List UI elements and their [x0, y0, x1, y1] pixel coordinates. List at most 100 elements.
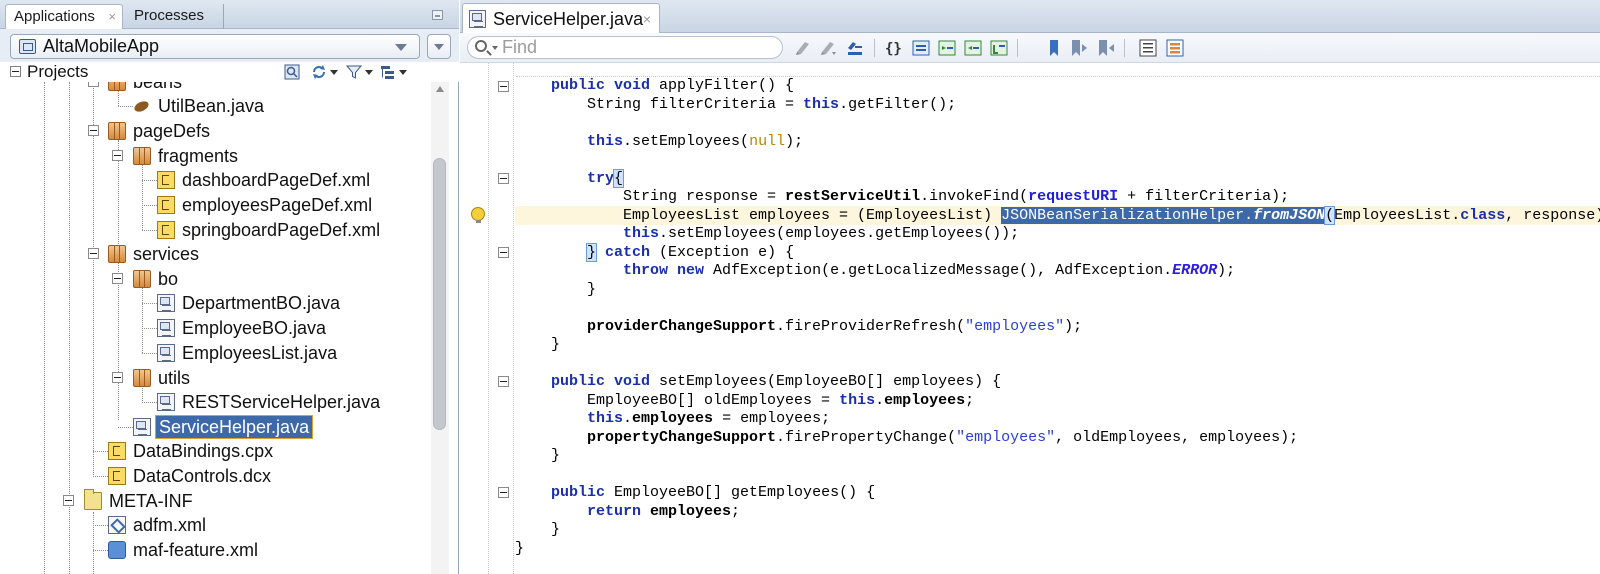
toggle-bookmark-icon[interactable]	[1044, 38, 1064, 58]
code-line[interactable]: return employees;	[515, 503, 1600, 522]
source-code[interactable]: public void applyFilter() { String filte…	[515, 77, 1600, 558]
lightbulb-icon[interactable]	[471, 207, 485, 223]
previous-bookmark-icon[interactable]	[1069, 38, 1089, 58]
find-input[interactable]	[502, 37, 762, 58]
fold-toggle-icon[interactable]	[498, 487, 509, 498]
code-line[interactable]: }	[515, 447, 1600, 466]
code-token: = employees;	[713, 410, 831, 427]
collapse-icon[interactable]	[112, 273, 123, 284]
code-line[interactable]	[515, 299, 1600, 318]
filter-menu-button[interactable]	[346, 63, 376, 81]
tree-node-label: utils	[158, 368, 191, 388]
code-token: public	[515, 484, 615, 501]
tree-options-button[interactable]	[380, 63, 410, 81]
code-token: );	[1064, 317, 1083, 335]
code-line[interactable]	[515, 151, 1600, 170]
fold-toggle-icon[interactable]	[498, 81, 509, 92]
code-token: .firePropertyChange(	[776, 428, 957, 446]
scrollbar-thumb[interactable]	[433, 158, 446, 430]
code-line[interactable]: } catch (Exception e) {	[515, 242, 1600, 263]
code-token: "employees"	[965, 317, 1065, 335]
code-token: fromJSON	[1253, 206, 1326, 224]
code-token: JSONBeanSerializationHelper.	[1001, 206, 1254, 224]
code-outline-icon[interactable]	[1165, 38, 1185, 58]
feature-file-icon	[108, 541, 126, 559]
fold-toggle-icon[interactable]	[498, 173, 509, 184]
editor-gutter[interactable]	[460, 63, 488, 574]
code-line[interactable]	[515, 355, 1600, 374]
code-line[interactable]: }	[515, 521, 1600, 540]
code-token: }	[515, 280, 597, 298]
code-line[interactable]: providerChangeSupport.fireProviderRefres…	[515, 318, 1600, 337]
find-next-icon[interactable]	[818, 38, 838, 58]
code-line[interactable]: String response = restServiceUtil.invoke…	[515, 188, 1600, 207]
tab-close-icon[interactable]: ×	[108, 5, 116, 29]
application-navigator: Applications × Processes AltaMobileApp P…	[0, 0, 459, 574]
xml-file-icon	[157, 196, 175, 214]
code-line[interactable]: public EmployeeBO[] getEmployees() {	[515, 484, 1600, 503]
code-line[interactable]: public void applyFilter() {	[515, 77, 1600, 96]
application-select[interactable]: AltaMobileApp	[10, 34, 420, 59]
fold-toggle-icon[interactable]	[498, 247, 509, 258]
code-line[interactable]: }	[515, 336, 1600, 355]
application-menu-button[interactable]	[427, 34, 451, 59]
code-token: EmployeesList employees = (EmployeesList…	[515, 206, 1002, 224]
code-line[interactable]: propertyChangeSupport.firePropertyChange…	[515, 429, 1600, 448]
collapse-icon[interactable]	[88, 125, 99, 136]
code-line[interactable]: }	[515, 540, 1600, 559]
java-file-icon	[157, 319, 175, 337]
scroll-up-icon[interactable]	[436, 86, 444, 92]
code-editor: ServiceHelper.java × {}	[460, 0, 1600, 574]
code-line[interactable]: this.employees = employees;	[515, 410, 1600, 429]
folder-icon	[84, 489, 102, 510]
code-view[interactable]: public void applyFilter() { String filte…	[460, 63, 1600, 574]
toggle-comment-icon[interactable]	[911, 38, 931, 58]
next-bookmark-icon[interactable]	[1096, 38, 1116, 58]
find-field[interactable]	[467, 36, 783, 59]
tab-processes[interactable]: Processes	[126, 4, 224, 29]
code-token: public void	[515, 373, 660, 390]
tree-node-label: adfm.xml	[133, 515, 207, 535]
tab-close-icon[interactable]: ×	[643, 4, 651, 34]
minimize-icon[interactable]	[432, 10, 443, 20]
search-options-caret-icon[interactable]	[492, 46, 498, 50]
collapse-icon[interactable]	[112, 372, 123, 383]
code-line[interactable]: }	[515, 281, 1600, 300]
code-token: );	[785, 132, 804, 150]
code-line[interactable]: try{	[515, 168, 1600, 189]
search-icon[interactable]	[475, 40, 487, 52]
code-line[interactable]: String filterCriteria = this.getFilter()…	[515, 96, 1600, 115]
code-token: (	[1324, 205, 1336, 225]
tab-applications[interactable]: Applications ×	[5, 4, 123, 29]
code-line[interactable]: throw new AdfException(e.getLocalizedMes…	[515, 262, 1600, 281]
code-token: ERROR	[1172, 262, 1218, 279]
tree-node-label: fragments	[158, 146, 239, 166]
unindent-icon[interactable]	[963, 38, 983, 58]
tab-servicehelper-java[interactable]: ServiceHelper.java ×	[462, 3, 660, 33]
xml-file-icon	[157, 221, 175, 239]
braces-icon[interactable]: {}	[884, 38, 904, 58]
indent-icon[interactable]	[937, 38, 957, 58]
collapse-icon[interactable]	[63, 495, 74, 506]
code-token: fromJSON	[1253, 206, 1326, 224]
highlight-occurrences-icon[interactable]	[845, 38, 865, 58]
code-line[interactable]: public void setEmployees(EmployeeBO[] em…	[515, 373, 1600, 392]
find-previous-icon[interactable]	[793, 38, 813, 58]
tree-scrollbar[interactable]	[431, 82, 449, 574]
refresh-menu-button[interactable]	[311, 63, 341, 81]
collapse-icon[interactable]	[88, 82, 99, 87]
fold-toggle-icon[interactable]	[498, 376, 509, 387]
code-line[interactable]: EmployeesList employees = (EmployeesList…	[515, 205, 1600, 226]
split-document-icon[interactable]	[1138, 38, 1158, 58]
code-line[interactable]	[515, 114, 1600, 133]
collapse-icon[interactable]	[112, 150, 123, 161]
code-line[interactable]	[515, 466, 1600, 485]
code-line[interactable]: EmployeeBO[] oldEmployees = this.employe…	[515, 392, 1600, 411]
svg-text:{}: {}	[885, 41, 902, 57]
code-line[interactable]: this.setEmployees(employees.getEmployees…	[515, 225, 1600, 244]
code-token: .fireProviderRefresh(	[776, 317, 966, 335]
code-line[interactable]: this.setEmployees(null);	[515, 133, 1600, 152]
collapse-icon[interactable]	[88, 248, 99, 259]
reformat-icon[interactable]	[989, 38, 1009, 58]
collapse-icon[interactable]	[10, 66, 21, 77]
